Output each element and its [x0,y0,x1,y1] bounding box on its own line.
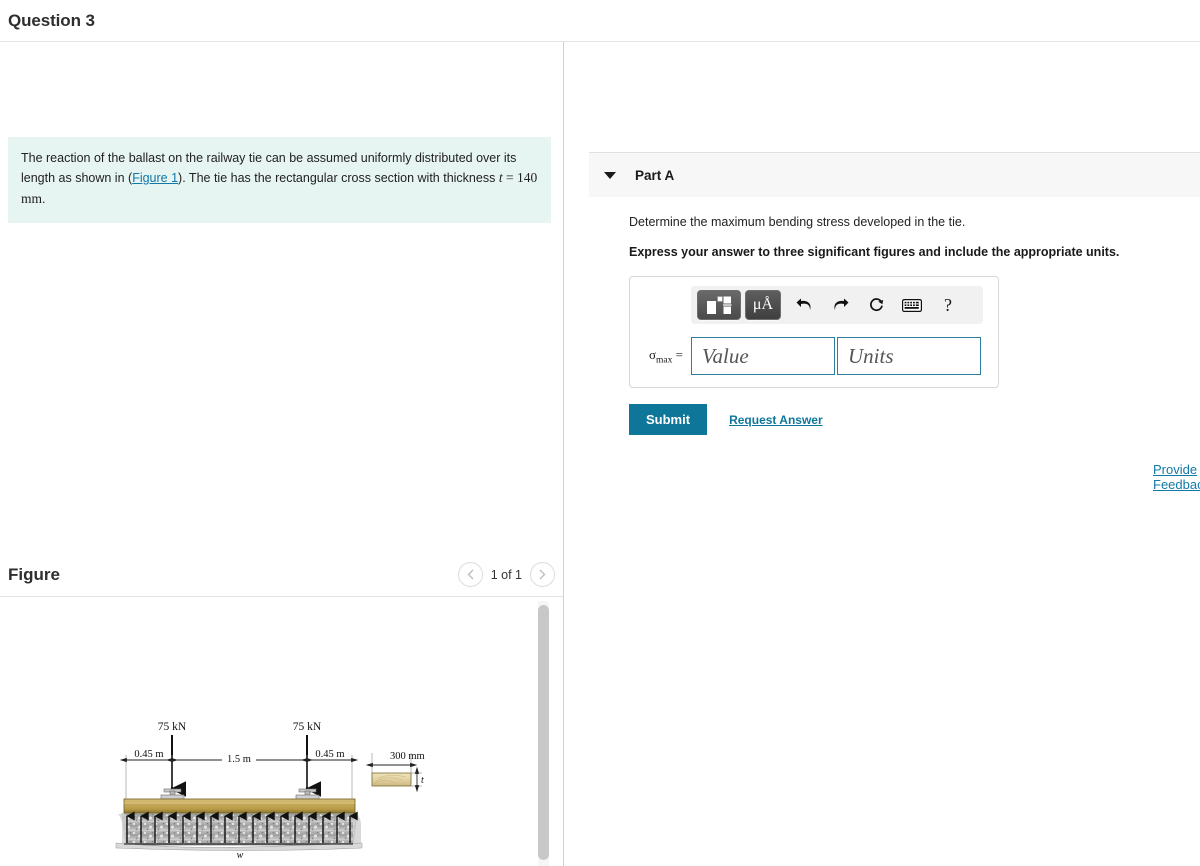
thickness-equals: = [502,170,517,185]
cross-section-rect [371,772,412,787]
dimension-left-label: 0.45 m [134,749,163,760]
help-question-label: ? [944,294,952,315]
value-input[interactable] [691,337,835,375]
chevron-left-icon[interactable] [457,562,483,587]
figure-scrollbar-thumb[interactable] [538,605,549,860]
figure-panel-title: Figure [8,564,60,584]
figure-counter: 1 of 1 [490,567,522,582]
redo-arrow-icon[interactable] [823,290,857,320]
part-a-header[interactable]: Part A [589,152,1200,197]
help-question-icon[interactable]: ? [931,290,965,320]
micro-angstrom-icon[interactable]: μÅ [745,290,781,320]
caret-down-icon[interactable] [604,171,616,179]
part-a-prompt: Determine the maximum bending stress dev… [629,215,966,229]
units-input[interactable] [837,337,981,375]
submit-button[interactable]: Submit [629,404,708,435]
section-thickness-label: t [421,775,424,786]
figure-navigation: 1 of 1 [457,562,555,587]
part-a-body: Determine the maximum bending stress dev… [589,197,1200,435]
rail-seat-right [295,788,320,800]
load-label-right: 75 kN [293,721,322,733]
micro-angstrom-label: μÅ [752,296,774,313]
reset-circular-arrow-icon[interactable] [859,290,893,320]
left-column: The reaction of the ballast on the railw… [0,42,563,866]
figure-panel-header: Figure 1 of 1 [0,553,563,597]
figure-panel: Figure 1 of 1 75 kN 75 kN 0.45 m 1.5 m 0… [0,553,563,866]
load-label-left: 75 kN [158,721,187,733]
railway-tie-diagram: 75 kN 75 kN 0.45 m 1.5 m 0.45 m w 300 mm… [115,721,425,861]
answer-entry-box: μÅ ? σmax = Value Units [629,276,999,388]
cross-section-detail: 300 mm t [365,751,425,793]
undo-arrow-icon[interactable] [787,290,821,320]
part-a-title: Part A [635,167,675,183]
figure-body[interactable]: 75 kN 75 kN 0.45 m 1.5 m 0.45 m w 300 mm… [0,597,563,866]
math-template-icon[interactable] [697,290,741,320]
keyboard-icon[interactable] [895,290,929,320]
part-a-instruction: Express your answer to three significant… [629,245,1120,259]
rail-seat-left [160,788,185,800]
provide-feedback-link[interactable]: Provide Feedback [1153,462,1200,492]
railway-tie-beam [123,798,356,814]
problem-text-after-link: ). The tie has the rectangular cross sec… [178,171,499,185]
right-column: Part A Determine the maximum bending str… [564,42,1200,866]
request-answer-link[interactable]: Request Answer [729,413,823,427]
distributed-load-label: w [237,850,244,861]
problem-text-end: . [42,191,46,206]
dimension-center-label: 1.5 m [227,754,251,765]
dimension-right-label: 0.45 m [315,749,344,760]
section-width-label: 300 mm [390,751,425,762]
submit-row: Submit Request Answer [629,404,1200,435]
chevron-right-icon[interactable] [530,562,555,587]
answer-toolbar: μÅ ? [691,286,983,324]
main-content-area: The reaction of the ballast on the railw… [0,42,1200,866]
question-header: Question 3 [0,0,1200,42]
answer-input-row: σmax = [639,337,989,375]
page-title: Question 3 [8,10,95,30]
problem-statement-box: The reaction of the ballast on the railw… [8,137,551,224]
sigma-max-label: σmax = [649,346,683,366]
figure-1-link[interactable]: Figure 1 [132,171,178,185]
